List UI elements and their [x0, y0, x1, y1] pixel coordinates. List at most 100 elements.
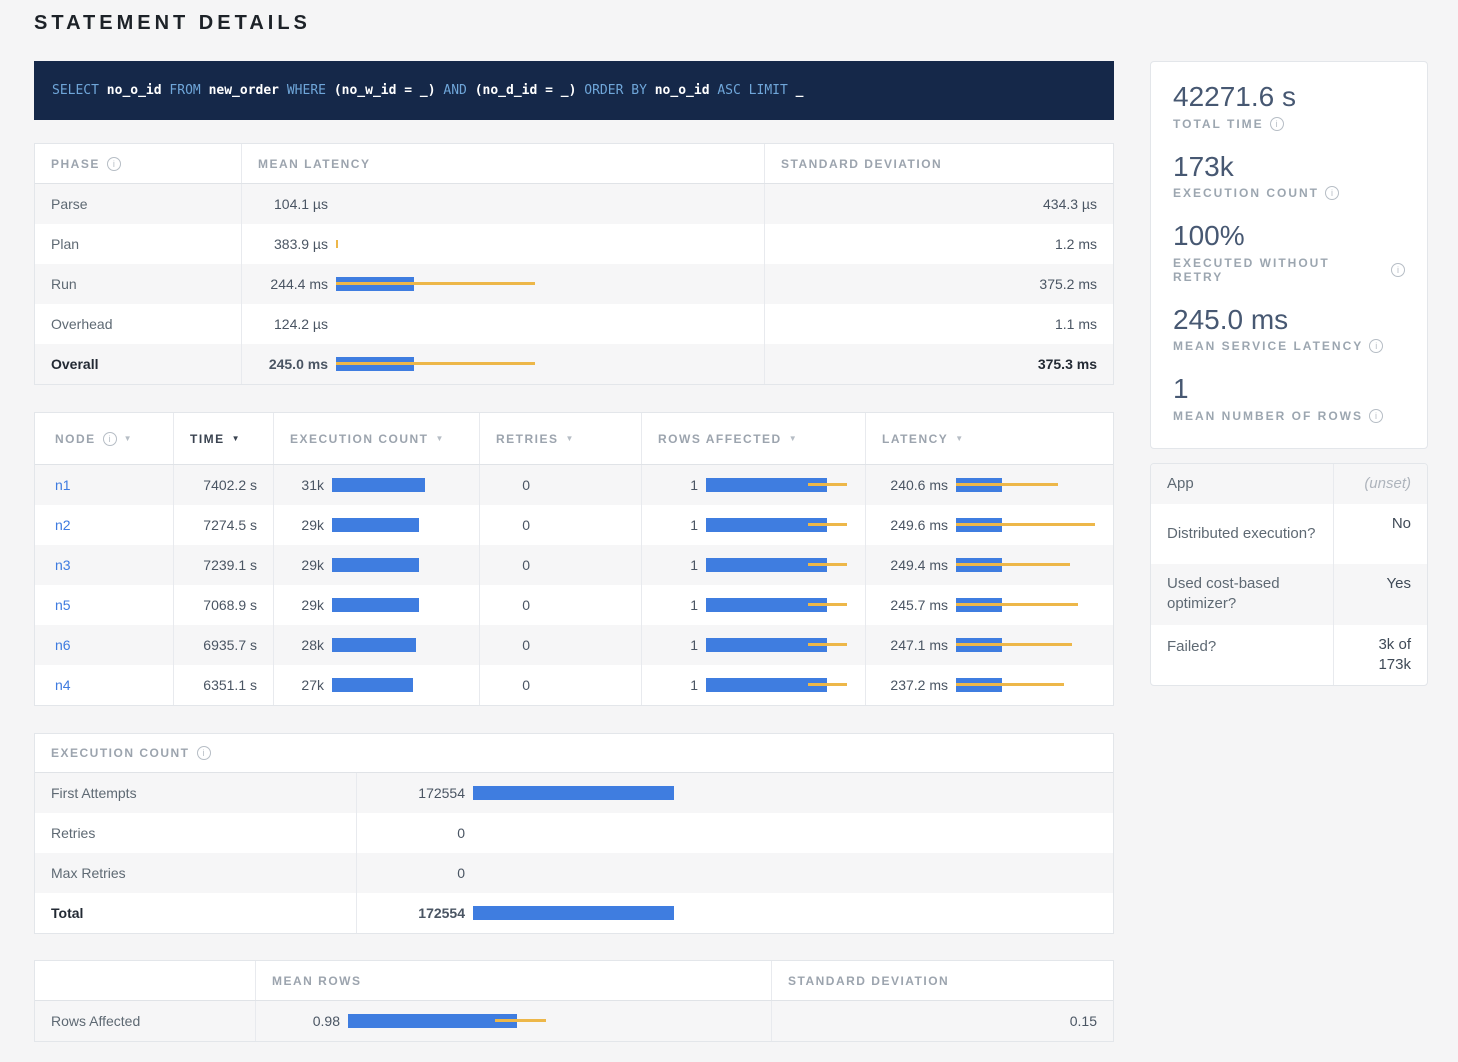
- sort-caret-icon[interactable]: ▼: [955, 434, 964, 443]
- phase-column-header: PHASEi: [35, 144, 241, 183]
- row-label: Retries: [35, 813, 356, 853]
- node-link[interactable]: n5: [55, 597, 71, 613]
- node-link[interactable]: n4: [55, 677, 71, 693]
- detail-label: Distributed execution?: [1151, 504, 1333, 564]
- node-link[interactable]: n6: [55, 637, 71, 653]
- detail-row-failed: Failed? 3k of 173k: [1151, 625, 1427, 686]
- sort-caret-icon[interactable]: ▼: [789, 434, 798, 443]
- retries-value: 0: [496, 597, 530, 613]
- stat-value: 100%: [1173, 219, 1405, 253]
- info-icon[interactable]: i: [1369, 409, 1383, 423]
- table-row: n5 7068.9 s 29k 0 1 245.7 ms: [35, 585, 1113, 625]
- sql-keyword: ASC LIMIT: [717, 83, 787, 98]
- execution-count-bar: 31k: [274, 477, 479, 493]
- retries-column-header[interactable]: RETRIES▼: [479, 413, 641, 464]
- time-column-header[interactable]: TIME▼: [173, 413, 273, 464]
- info-icon[interactable]: i: [1369, 339, 1383, 353]
- statement-details-page: STATEMENT DETAILS SELECT no_o_id FROM ne…: [0, 0, 1458, 1062]
- phase-label: Run: [35, 264, 241, 304]
- stat-label: MEAN SERVICE LATENCYi: [1173, 339, 1405, 353]
- execution-count-bar: 28k: [274, 637, 479, 653]
- table-row: n3 7239.1 s 29k 0 1 249.4 ms: [35, 545, 1113, 585]
- sql-keyword: SELECT: [52, 83, 99, 98]
- retries-value: 0: [496, 677, 530, 693]
- phase-label: Parse: [35, 184, 241, 224]
- row-label: Max Retries: [35, 853, 356, 893]
- stddev-value: 375.3 ms: [764, 344, 1113, 384]
- detail-value: No: [1333, 504, 1427, 564]
- retries-value: 0: [496, 517, 530, 533]
- execution-count-table: EXECUTION COUNTi First Attempts 172554 R…: [34, 733, 1114, 934]
- info-icon[interactable]: i: [107, 157, 121, 171]
- rows-affected-bar: 1: [642, 557, 865, 573]
- table-row: Run 244.4 ms 375.2 ms: [35, 264, 1113, 304]
- execution-count-column-header[interactable]: EXECUTION COUNT▼: [273, 413, 479, 464]
- phase-label: Overall: [35, 344, 241, 384]
- standard-deviation-column-header: STANDARD DEVIATION: [764, 144, 1113, 183]
- detail-row-app: App (unset): [1151, 464, 1427, 504]
- latency-bar: 245.7 ms: [866, 597, 1113, 613]
- retries-value: 0: [496, 557, 530, 573]
- rows-affected-bar: 1: [642, 517, 865, 533]
- stat-total-time: 42271.6 s TOTAL TIMEi: [1173, 80, 1405, 131]
- latency-bar: 240.6 ms: [866, 477, 1113, 493]
- info-icon[interactable]: i: [1325, 186, 1339, 200]
- sort-caret-icon[interactable]: ▼: [436, 434, 445, 443]
- phase-label: Overhead: [35, 304, 241, 344]
- mean-latency-column-header: MEAN LATENCY: [241, 144, 764, 183]
- sort-caret-icon[interactable]: ▼: [124, 434, 133, 443]
- rows-affected-bar: 1: [642, 677, 865, 693]
- info-icon[interactable]: i: [1391, 263, 1405, 277]
- rows-affected-bar: 1: [642, 597, 865, 613]
- sql-identifier: no_o_id: [655, 83, 710, 98]
- node-link[interactable]: n1: [55, 477, 71, 493]
- stat-value: 245.0 ms: [1173, 303, 1405, 337]
- sort-caret-icon[interactable]: ▼: [566, 434, 575, 443]
- detail-value: Yes: [1333, 564, 1427, 625]
- stat-value: 42271.6 s: [1173, 80, 1405, 114]
- sort-caret-icon[interactable]: ▼: [232, 434, 241, 443]
- count-bar: 172554: [357, 785, 1113, 801]
- stat-mean-number-of-rows: 1 MEAN NUMBER OF ROWSi: [1173, 372, 1405, 423]
- count-bar: [332, 478, 425, 492]
- detail-label: Used cost-based optimizer?: [1151, 564, 1333, 625]
- node-link[interactable]: n2: [55, 517, 71, 533]
- info-icon[interactable]: i: [197, 746, 211, 760]
- latency-bar: 237.2 ms: [866, 677, 1113, 693]
- statement-details-card: App (unset) Distributed execution? No Us…: [1150, 463, 1428, 686]
- node-link[interactable]: n3: [55, 557, 71, 573]
- summary-stats-card: 42271.6 s TOTAL TIMEi 173k EXECUTION COU…: [1150, 61, 1428, 449]
- table-row: Rows Affected 0.98 0.15: [35, 1001, 1113, 1041]
- mean-rows-column-header: MEAN ROWS: [255, 961, 771, 1000]
- phase-label: Plan: [35, 224, 241, 264]
- node-column-header[interactable]: NODEi▼: [35, 413, 173, 464]
- rows-affected-bar: 1: [642, 477, 865, 493]
- sql-keyword: ORDER BY: [584, 83, 647, 98]
- time-value: 6351.1 s: [173, 665, 273, 705]
- stat-label: MEAN NUMBER OF ROWSi: [1173, 409, 1405, 423]
- latency-bar: 104.1 µs: [242, 196, 764, 212]
- sql-identifier: _: [796, 83, 804, 98]
- time-value: 7402.2 s: [173, 465, 273, 505]
- table-row: n6 6935.7 s 28k 0 1 247.1 ms: [35, 625, 1113, 665]
- info-icon[interactable]: i: [103, 432, 117, 446]
- stat-label: TOTAL TIMEi: [1173, 117, 1405, 131]
- stddev-value: 1.2 ms: [764, 224, 1113, 264]
- detail-row-distributed-execution: Distributed execution? No: [1151, 504, 1427, 564]
- latency-bar: 249.6 ms: [866, 517, 1113, 533]
- retries-value: 0: [496, 477, 530, 493]
- detail-row-cost-based-optimizer: Used cost-based optimizer? Yes: [1151, 564, 1427, 625]
- rows-affected-column-header[interactable]: ROWS AFFECTED▼: [641, 413, 865, 464]
- table-row: Retries 0: [35, 813, 1113, 853]
- execution-count-bar: 29k: [274, 517, 479, 533]
- latency-bar: 249.4 ms: [866, 557, 1113, 573]
- info-icon[interactable]: i: [1270, 117, 1284, 131]
- time-value: 7068.9 s: [173, 585, 273, 625]
- sql-identifier: no_o_id: [107, 83, 162, 98]
- latency-column-header[interactable]: LATENCY▼: [865, 413, 1113, 464]
- table-row: Parse 104.1 µs 434.3 µs: [35, 184, 1113, 224]
- stddev-value: 0.15: [771, 1001, 1113, 1041]
- sql-keyword: AND: [443, 83, 466, 98]
- detail-label: App: [1151, 464, 1333, 504]
- stat-label: EXECUTED WITHOUT RETRYi: [1173, 256, 1405, 284]
